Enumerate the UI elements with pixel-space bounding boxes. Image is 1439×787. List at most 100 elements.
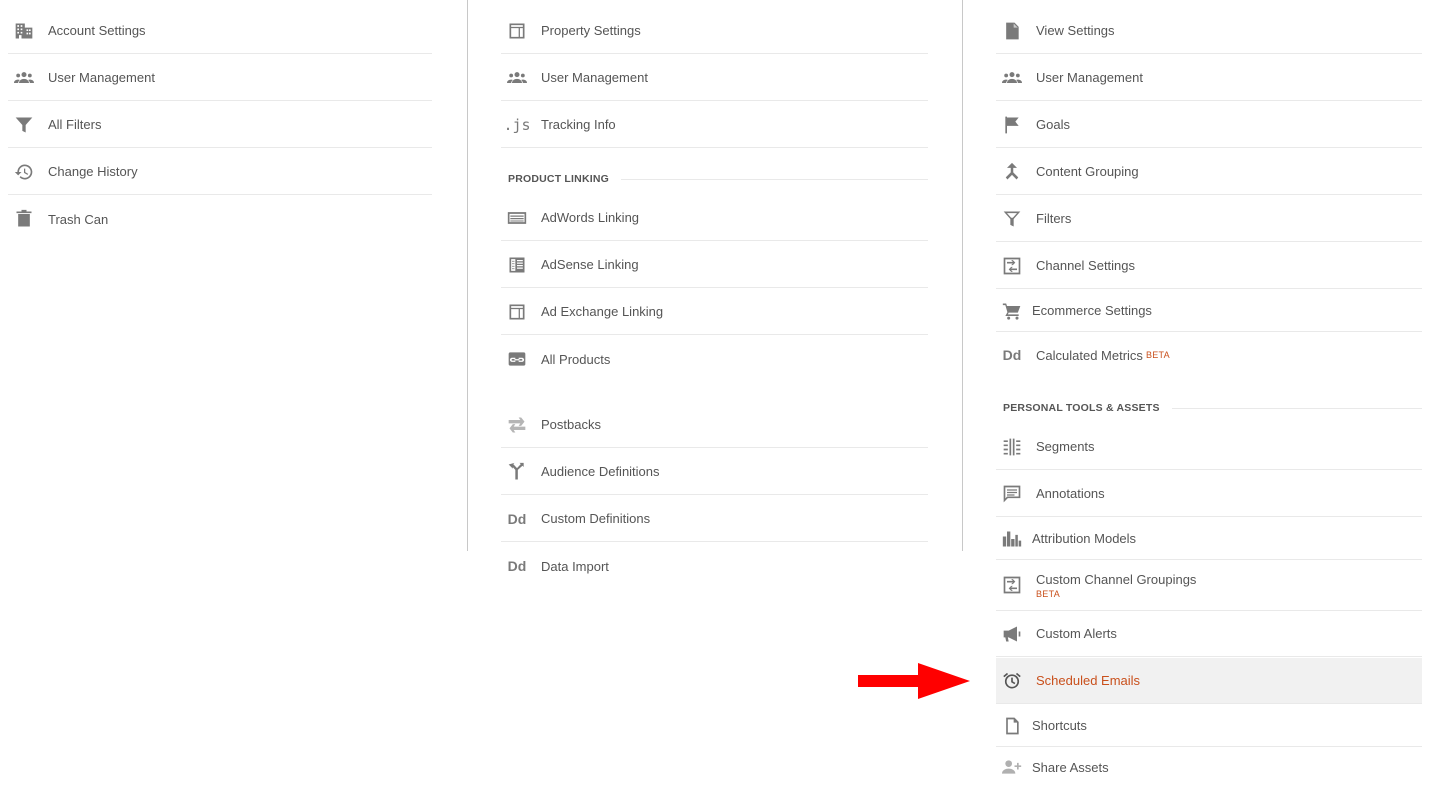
account-column: Account Settings User Management All Fil… <box>8 0 432 240</box>
adwords-icon <box>505 206 529 230</box>
personal-tools-header: PERSONAL TOOLS & ASSETS <box>996 400 1422 416</box>
account-user-management-item[interactable]: User Management <box>8 55 432 101</box>
annotations-item[interactable]: Annotations <box>996 471 1422 517</box>
view-settings-item[interactable]: View Settings <box>996 8 1422 54</box>
segments-icon <box>1000 435 1024 459</box>
dd-icon-text: Dd <box>507 510 527 527</box>
flag-icon <box>1000 113 1024 137</box>
custom-alerts-label: Custom Alerts <box>1036 626 1117 641</box>
people-icon <box>1000 66 1024 90</box>
column-divider-left <box>467 0 468 551</box>
ad-exchange-linking-item[interactable]: Ad Exchange Linking <box>501 289 928 335</box>
audience-definitions-item[interactable]: Audience Definitions <box>501 449 928 495</box>
postback-icon <box>505 413 529 437</box>
dd-icon-text: Dd <box>1002 347 1022 363</box>
adsense-linking-item[interactable]: AdSense Linking <box>501 242 928 288</box>
scheduled-emails-label: Scheduled Emails <box>1036 673 1141 688</box>
view-settings-label: View Settings <box>1036 23 1115 38</box>
tracking-info-label: Tracking Info <box>541 117 616 132</box>
trash-can-item[interactable]: Trash Can <box>8 196 432 242</box>
view-column: View Settings User Management Goals Cont… <box>996 0 1422 787</box>
adwords-linking-label: AdWords Linking <box>541 210 640 225</box>
tracking-info-item[interactable]: .js Tracking Info <box>501 102 928 148</box>
custom-definitions-label: Custom Definitions <box>541 511 651 526</box>
channel-settings-item[interactable]: Channel Settings <box>996 243 1422 289</box>
link-icon <box>505 347 529 371</box>
custom-channel-groupings-text: Custom Channel Groupings BETA <box>1036 572 1196 599</box>
audience-definitions-label: Audience Definitions <box>541 464 660 479</box>
trash-can-label: Trash Can <box>48 211 109 227</box>
add-person-icon <box>1000 755 1024 779</box>
attribution-models-item[interactable]: Attribution Models <box>996 518 1422 560</box>
channel-settings-label: Channel Settings <box>1036 258 1136 273</box>
custom-channel-groupings-label: Custom Channel Groupings <box>1036 571 1197 587</box>
page-icon <box>1000 714 1024 738</box>
view-filters-item[interactable]: Filters <box>996 196 1422 242</box>
ecommerce-settings-label: Ecommerce Settings <box>1032 303 1152 318</box>
view-user-management-label: User Management <box>1036 70 1143 85</box>
section-rule <box>1171 407 1422 409</box>
custom-channel-groupings-item[interactable]: Custom Channel Groupings BETA <box>996 560 1422 611</box>
custom-alerts-item[interactable]: Custom Alerts <box>996 611 1422 657</box>
content-grouping-label: Content Grouping <box>1036 164 1139 179</box>
cart-icon <box>1000 299 1024 323</box>
calculated-metrics-item[interactable]: Dd Calculated Metrics BETA <box>996 332 1422 378</box>
property-user-management-item[interactable]: User Management <box>501 55 928 101</box>
window-icon <box>505 19 529 43</box>
section-rule <box>621 178 928 180</box>
shortcuts-item[interactable]: Shortcuts <box>996 705 1422 747</box>
view-filters-label: Filters <box>1036 211 1072 226</box>
ad-exchange-linking-label: Ad Exchange Linking <box>541 304 664 319</box>
segments-item[interactable]: Segments <box>996 424 1422 470</box>
red-pointer-arrow <box>858 663 970 699</box>
postbacks-label: Postbacks <box>541 417 601 432</box>
bar-chart-icon <box>1000 527 1024 551</box>
property-user-management-label: User Management <box>541 70 648 85</box>
beta-badge: BETA <box>1036 588 1061 599</box>
channel-icon <box>1000 573 1024 597</box>
history-icon <box>12 160 36 184</box>
merge-icon <box>1000 160 1024 184</box>
annotation-icon <box>1000 482 1024 506</box>
dd-icon: Dd <box>505 507 529 531</box>
change-history-item[interactable]: Change History <box>8 149 432 195</box>
property-settings-label: Property Settings <box>541 23 641 38</box>
calculated-metrics-label: Calculated Metrics <box>1036 347 1143 363</box>
data-import-item[interactable]: Dd Data Import <box>501 543 928 589</box>
js-icon-text: .js <box>503 115 531 134</box>
personal-tools-title: PERSONAL TOOLS & ASSETS <box>1003 402 1160 414</box>
channel-icon <box>1000 254 1024 278</box>
postbacks-item[interactable]: Postbacks <box>501 402 928 448</box>
account-user-management-label: User Management <box>48 70 155 85</box>
goals-item[interactable]: Goals <box>996 102 1422 148</box>
attribution-models-label: Attribution Models <box>1032 531 1137 546</box>
funnel-icon <box>12 113 36 137</box>
annotations-label: Annotations <box>1036 486 1105 501</box>
document-icon <box>1000 19 1024 43</box>
ecommerce-settings-item[interactable]: Ecommerce Settings <box>996 290 1422 332</box>
product-linking-title: PRODUCT LINKING <box>508 173 609 185</box>
adwords-linking-item[interactable]: AdWords Linking <box>501 195 928 241</box>
all-filters-item[interactable]: All Filters <box>8 102 432 148</box>
account-settings-item[interactable]: Account Settings <box>8 8 432 54</box>
dd-icon: Dd <box>1000 343 1024 367</box>
content-grouping-item[interactable]: Content Grouping <box>996 149 1422 195</box>
product-linking-header: PRODUCT LINKING <box>501 171 928 187</box>
dd-icon-text: Dd <box>507 558 527 574</box>
custom-definitions-item[interactable]: Dd Custom Definitions <box>501 496 928 542</box>
dd-icon: Dd <box>505 554 529 578</box>
share-assets-item[interactable]: Share Assets <box>996 747 1422 787</box>
scheduled-emails-item[interactable]: Scheduled Emails <box>996 658 1422 704</box>
window-icon <box>505 300 529 324</box>
all-filters-label: All Filters <box>48 117 102 132</box>
column-divider-right <box>962 0 963 551</box>
all-products-label: All Products <box>541 351 611 367</box>
funnel-icon <box>1000 207 1024 231</box>
property-settings-item[interactable]: Property Settings <box>501 8 928 54</box>
audience-fork-icon <box>505 460 529 484</box>
alarm-clock-icon <box>1000 669 1024 693</box>
all-products-item[interactable]: All Products <box>501 336 928 382</box>
adsense-icon <box>505 253 529 277</box>
view-user-management-item[interactable]: User Management <box>996 55 1422 101</box>
shortcuts-label: Shortcuts <box>1032 718 1087 733</box>
